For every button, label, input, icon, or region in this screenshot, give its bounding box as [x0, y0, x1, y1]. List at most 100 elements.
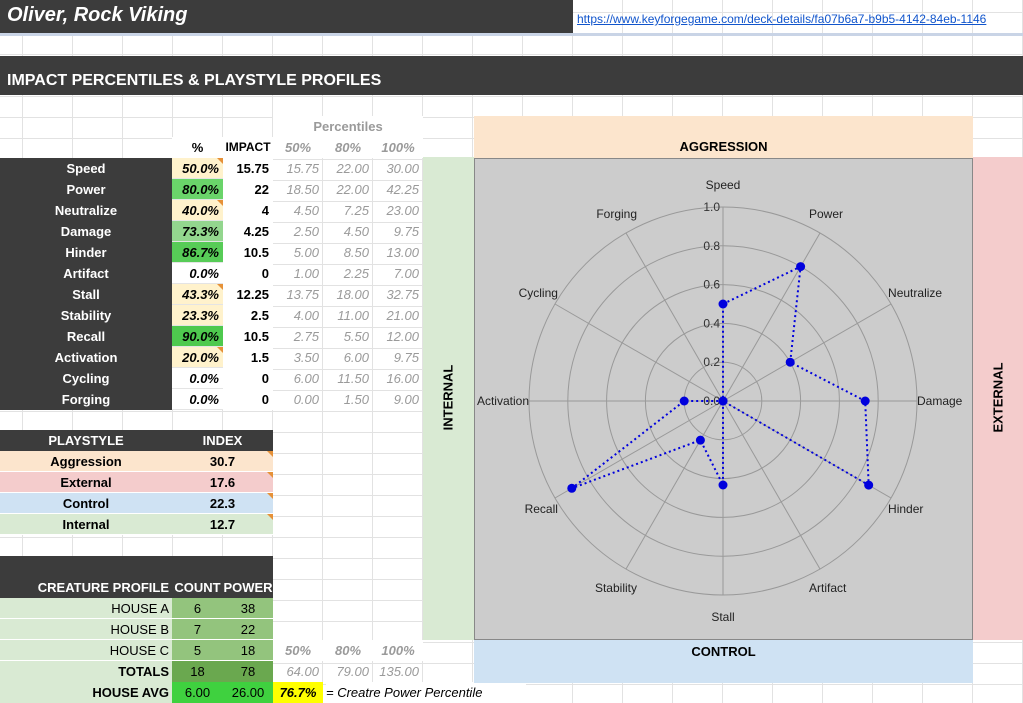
playstyle-index: 12.7 [172, 514, 273, 535]
stat-impact: 12.25 [223, 284, 273, 305]
deck-link[interactable]: https://www.keyforgegame.com/deck-detail… [577, 12, 1023, 26]
stat-p50: 4.00 [293, 308, 319, 323]
section-header: IMPACT PERCENTILES & PLAYSTYLE PROFILES [0, 56, 1023, 95]
creature-p50-header: 50% [273, 640, 323, 661]
header-divider [0, 33, 1023, 36]
stat-p50: 6.00 [293, 371, 319, 386]
playstyle-header: PLAYSTYLE [0, 430, 172, 451]
stat-label: Damage [0, 221, 172, 242]
stat-p50: 13.75 [286, 287, 319, 302]
stat-p100: 23.00 [386, 203, 419, 218]
stat-p80: 11.00 [337, 308, 369, 323]
external-band: EXTERNAL [973, 157, 1023, 640]
radar-category-label: Artifact [809, 581, 847, 595]
stat-p50: 3.50 [293, 350, 319, 365]
stat-p100: 30.00 [386, 161, 419, 176]
stat-percent: 0.0% [172, 368, 223, 389]
title-bar: Oliver, Rock Viking [0, 0, 573, 33]
stat-percent: 90.0% [172, 326, 223, 347]
stat-p100: 21.00 [386, 308, 419, 323]
stat-p100: 9.75 [393, 350, 419, 365]
stat-p50: 18.50 [286, 182, 319, 197]
playstyle-label: Control [0, 493, 172, 514]
stat-percent: 0.0% [172, 263, 223, 284]
radar-category-label: Cycling [519, 286, 558, 300]
radar-spoke [554, 400, 724, 499]
totals-p100: 135.00 [379, 664, 419, 679]
stat-p80: 2.25 [343, 266, 369, 281]
stat-p80: 5.50 [343, 329, 369, 344]
stat-p50: 5.00 [293, 245, 319, 260]
stat-impact: 0 [223, 263, 273, 284]
stat-label: Neutralize [0, 200, 172, 221]
radar-category-label: Recall [525, 502, 558, 516]
stat-label: Stability [0, 305, 172, 326]
radar-series-line [571, 264, 870, 490]
stat-p80: 22.00 [336, 161, 369, 176]
stat-impact: 10.5 [223, 242, 273, 263]
radar-point [567, 483, 577, 493]
radar-point [796, 262, 806, 272]
stat-impact: 2.5 [223, 305, 273, 326]
stat-p50: 15.75 [286, 161, 319, 176]
stat-percent: 86.7% [172, 242, 223, 263]
internal-band: INTERNAL [423, 157, 474, 640]
stat-p80: 11.50 [337, 371, 369, 386]
stat-percent: 73.3% [172, 221, 223, 242]
stat-p80: 7.25 [343, 203, 369, 218]
house-power: 18 [223, 640, 273, 661]
stat-p50: 2.75 [293, 329, 319, 344]
power-header: POWER [223, 580, 273, 595]
stat-p100: 12.00 [386, 329, 419, 344]
stat-impact: 4.25 [223, 221, 273, 242]
creature-p80-header: 80% [323, 640, 373, 661]
creature-power-note: = Creatre Power Percentile [326, 682, 526, 703]
stat-label: Stall [0, 284, 172, 305]
radar-point [860, 396, 870, 406]
stat-p100: 42.25 [386, 182, 419, 197]
stat-p100: 13.00 [386, 245, 419, 260]
radar-spoke [625, 400, 724, 570]
radar-category-label: Stall [711, 610, 734, 624]
count-header: COUNT [174, 580, 221, 595]
radar-spoke [722, 303, 892, 402]
stat-p100: 9.00 [393, 392, 419, 407]
stat-percent: 40.0% [172, 200, 223, 221]
radar-tick-label: 0.6 [703, 278, 720, 292]
stat-label: Hinder [0, 242, 172, 263]
radar-category-label: Neutralize [888, 286, 942, 300]
house-count: 7 [172, 619, 223, 640]
stat-p50: 2.50 [293, 224, 319, 239]
section-title: IMPACT PERCENTILES & PLAYSTYLE PROFILES [7, 72, 382, 89]
radar-category-label: Stability [595, 581, 637, 595]
stat-impact: 1.5 [223, 347, 273, 368]
radar-category-label: Forging [596, 207, 637, 221]
stat-impact: 4 [223, 200, 273, 221]
index-header: INDEX [172, 430, 273, 451]
radar-category-label: Hinder [888, 502, 923, 516]
stat-impact: 15.75 [223, 158, 273, 179]
stat-label: Power [0, 179, 172, 200]
totals-label: TOTALS [0, 661, 172, 682]
stat-label: Cycling [0, 368, 172, 389]
stat-impact: 22 [223, 179, 273, 200]
playstyle-index: 30.7 [172, 451, 273, 472]
stat-p80: 6.00 [343, 350, 369, 365]
house-power: 22 [223, 619, 273, 640]
col-p50-header: 50% [273, 137, 323, 158]
house-avg-count: 6.00 [172, 682, 223, 703]
stat-p80: 4.50 [343, 224, 369, 239]
stat-percent: 50.0% [172, 158, 223, 179]
house-avg-label: HOUSE AVG [0, 682, 172, 703]
stat-p50: 0.00 [293, 392, 319, 407]
col-pct-header: % [172, 137, 223, 158]
creature-p100-header: 100% [373, 640, 423, 661]
playstyle-label: External [0, 472, 172, 493]
stat-label: Activation [0, 347, 172, 368]
stat-percent: 23.3% [172, 305, 223, 326]
control-band: CONTROL [474, 640, 973, 683]
totals-p80: 79.00 [336, 664, 369, 679]
radar-tick-label: 1.0 [703, 200, 720, 214]
stat-label: Forging [0, 389, 172, 410]
house-avg-power: 26.00 [223, 682, 273, 703]
